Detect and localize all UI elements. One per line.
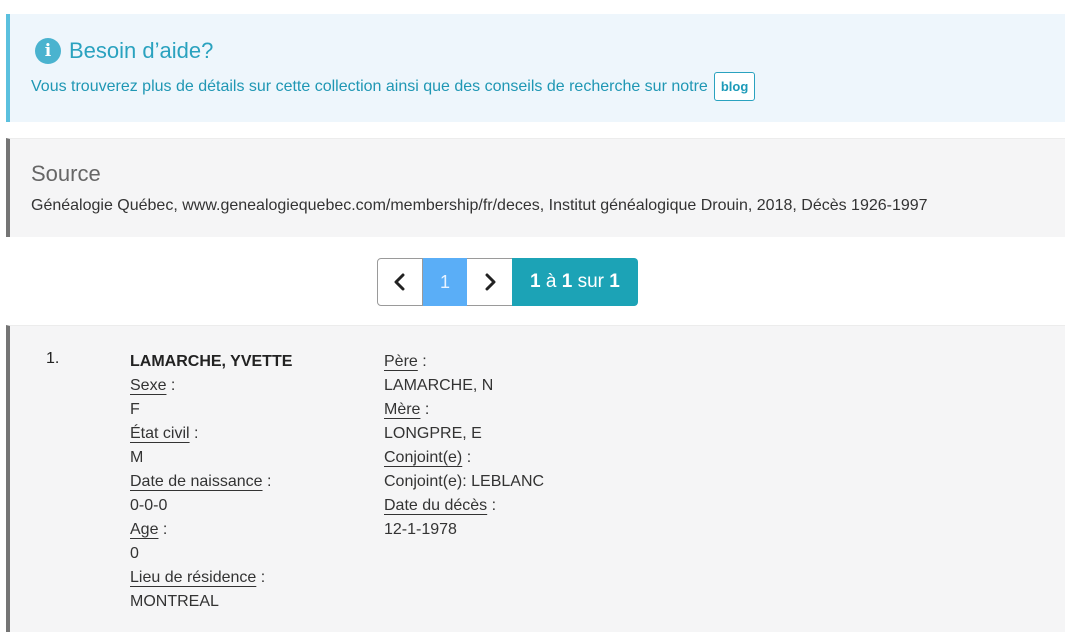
- age-value: 0: [130, 545, 139, 562]
- deces-value: 12-1-1978: [384, 521, 457, 538]
- next-page-button[interactable]: [467, 258, 513, 306]
- naissance-label: Date de naissance: [130, 473, 263, 490]
- record-column-right: Père : LAMARCHE, N Mère : LONGPRE, E Con…: [384, 350, 544, 542]
- pagination: 1 1 à 1 sur 1: [377, 258, 638, 306]
- colon: :: [487, 497, 497, 514]
- colon: :: [462, 449, 472, 466]
- conjoint-label: Conjoint(e): [384, 449, 463, 466]
- etat-civil-value: M: [130, 449, 144, 466]
- residence-value: MONTREAL: [130, 593, 219, 610]
- summary-to: 1: [561, 271, 573, 292]
- source-panel: Source Généalogie Québec, www.genealogie…: [6, 138, 1065, 237]
- deces-label: Date du décès: [384, 497, 488, 514]
- summary-from: 1: [530, 271, 541, 292]
- mere-value: LONGPRE, E: [384, 425, 482, 442]
- chevron-right-icon: [485, 273, 495, 291]
- summary-a: à: [545, 271, 557, 292]
- help-panel: i Besoin d’aide? Vous trouverez plus de …: [6, 14, 1065, 122]
- conjoint-value: Conjoint(e): LEBLANC: [384, 473, 545, 490]
- source-text: Généalogie Québec, www.genealogiequebec.…: [31, 197, 928, 214]
- etat-civil-label: État civil: [130, 425, 190, 442]
- help-text: Vous trouverez plus de détails sur cette…: [31, 77, 708, 95]
- summary-total: 1: [609, 271, 620, 292]
- info-icon: i: [35, 38, 61, 64]
- results-summary: 1 à 1 sur 1: [512, 258, 638, 306]
- help-title-row: i Besoin d’aide?: [35, 38, 213, 64]
- naissance-value: 0-0-0: [130, 497, 168, 514]
- colon: :: [256, 569, 266, 586]
- help-text-row: Vous trouverez plus de détails sur cette…: [31, 72, 756, 101]
- help-title: Besoin d’aide?: [69, 38, 214, 63]
- sexe-value: F: [130, 401, 140, 418]
- result-record: 1. LAMARCHE, YVETTE Sexe : F État civil …: [6, 325, 1065, 632]
- current-page[interactable]: 1: [423, 258, 467, 306]
- colon: :: [417, 353, 427, 370]
- blog-button[interactable]: blog: [713, 72, 756, 101]
- record-number: 1.: [46, 350, 60, 367]
- age-label: Age: [130, 521, 159, 538]
- pere-value: LAMARCHE, N: [384, 377, 494, 394]
- prev-page-button[interactable]: [377, 258, 423, 306]
- summary-sur: sur: [577, 271, 604, 292]
- mere-label: Mère: [384, 401, 421, 418]
- colon: :: [420, 401, 430, 418]
- colon: :: [166, 377, 176, 394]
- record-name: LAMARCHE, YVETTE: [130, 353, 293, 370]
- record-column-left: LAMARCHE, YVETTE Sexe : F État civil : M…: [130, 350, 292, 614]
- residence-label: Lieu de résidence: [130, 569, 257, 586]
- colon: :: [158, 521, 168, 538]
- colon: :: [262, 473, 272, 490]
- source-title: Source: [31, 161, 101, 186]
- colon: :: [189, 425, 199, 442]
- sexe-label: Sexe: [130, 377, 167, 394]
- pere-label: Père: [384, 353, 418, 370]
- chevron-left-icon: [394, 273, 405, 291]
